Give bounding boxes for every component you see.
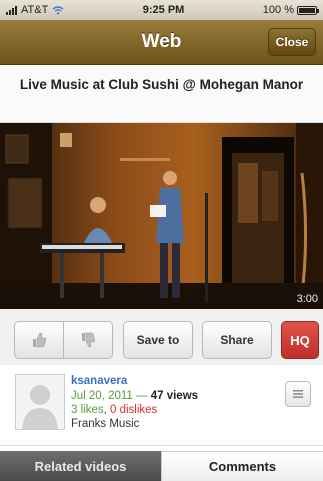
dislike-button[interactable]	[63, 321, 113, 359]
carrier-label: AT&T	[21, 4, 49, 16]
video-title: Live Music at Club Sushi @ Mohegan Manor	[0, 65, 323, 123]
dislike-count: 0 dislikes	[110, 404, 158, 416]
tab-comments[interactable]: Comments	[161, 451, 323, 481]
status-bar: AT&T 9:25 PM 100 %	[0, 0, 323, 20]
status-left: AT&T	[6, 4, 64, 16]
rating-stats: 3 likes, 0 dislikes	[71, 404, 158, 416]
battery-icon	[296, 5, 319, 15]
save-to-button[interactable]: Save to	[123, 321, 193, 359]
close-button[interactable]: Close	[268, 28, 316, 56]
expand-details-button[interactable]	[285, 381, 311, 407]
hq-button[interactable]: HQ	[281, 321, 319, 359]
video-player[interactable]: 3:00	[0, 123, 323, 309]
avatar[interactable]	[15, 374, 65, 430]
view-count: 47 views	[150, 390, 199, 402]
clock: 9:25 PM	[142, 4, 185, 16]
uploader-link[interactable]: ksanavera	[71, 375, 127, 387]
share-button[interactable]: Share	[202, 321, 272, 359]
thumbs-up-icon	[33, 332, 46, 348]
video-info: ksanavera Jul 20, 2011 — 47 views 3 like…	[0, 365, 323, 446]
thumbs-down-icon	[82, 332, 95, 348]
category-label: Franks Music	[71, 418, 140, 430]
status-right: 100 %	[262, 4, 319, 16]
bottom-tabs: Related videos Comments	[0, 451, 323, 481]
action-bar: Save to Share HQ	[0, 309, 323, 366]
wifi-icon	[52, 5, 64, 15]
upload-meta: Jul 20, 2011 — 47 views	[71, 390, 198, 402]
like-count: 3 likes	[71, 404, 104, 416]
signal-icon	[6, 5, 17, 15]
menu-icon	[293, 390, 303, 398]
like-button[interactable]	[14, 321, 64, 359]
upload-date: Jul 20, 2011 —	[71, 390, 148, 402]
battery-percent: 100 %	[262, 4, 294, 16]
tab-related-videos[interactable]: Related videos	[0, 451, 161, 481]
nav-title: Web	[141, 31, 182, 52]
video-frame	[0, 123, 323, 309]
video-duration: 3:00	[296, 293, 318, 305]
user-silhouette-icon	[22, 385, 58, 429]
nav-bar: Web Close	[0, 20, 323, 65]
